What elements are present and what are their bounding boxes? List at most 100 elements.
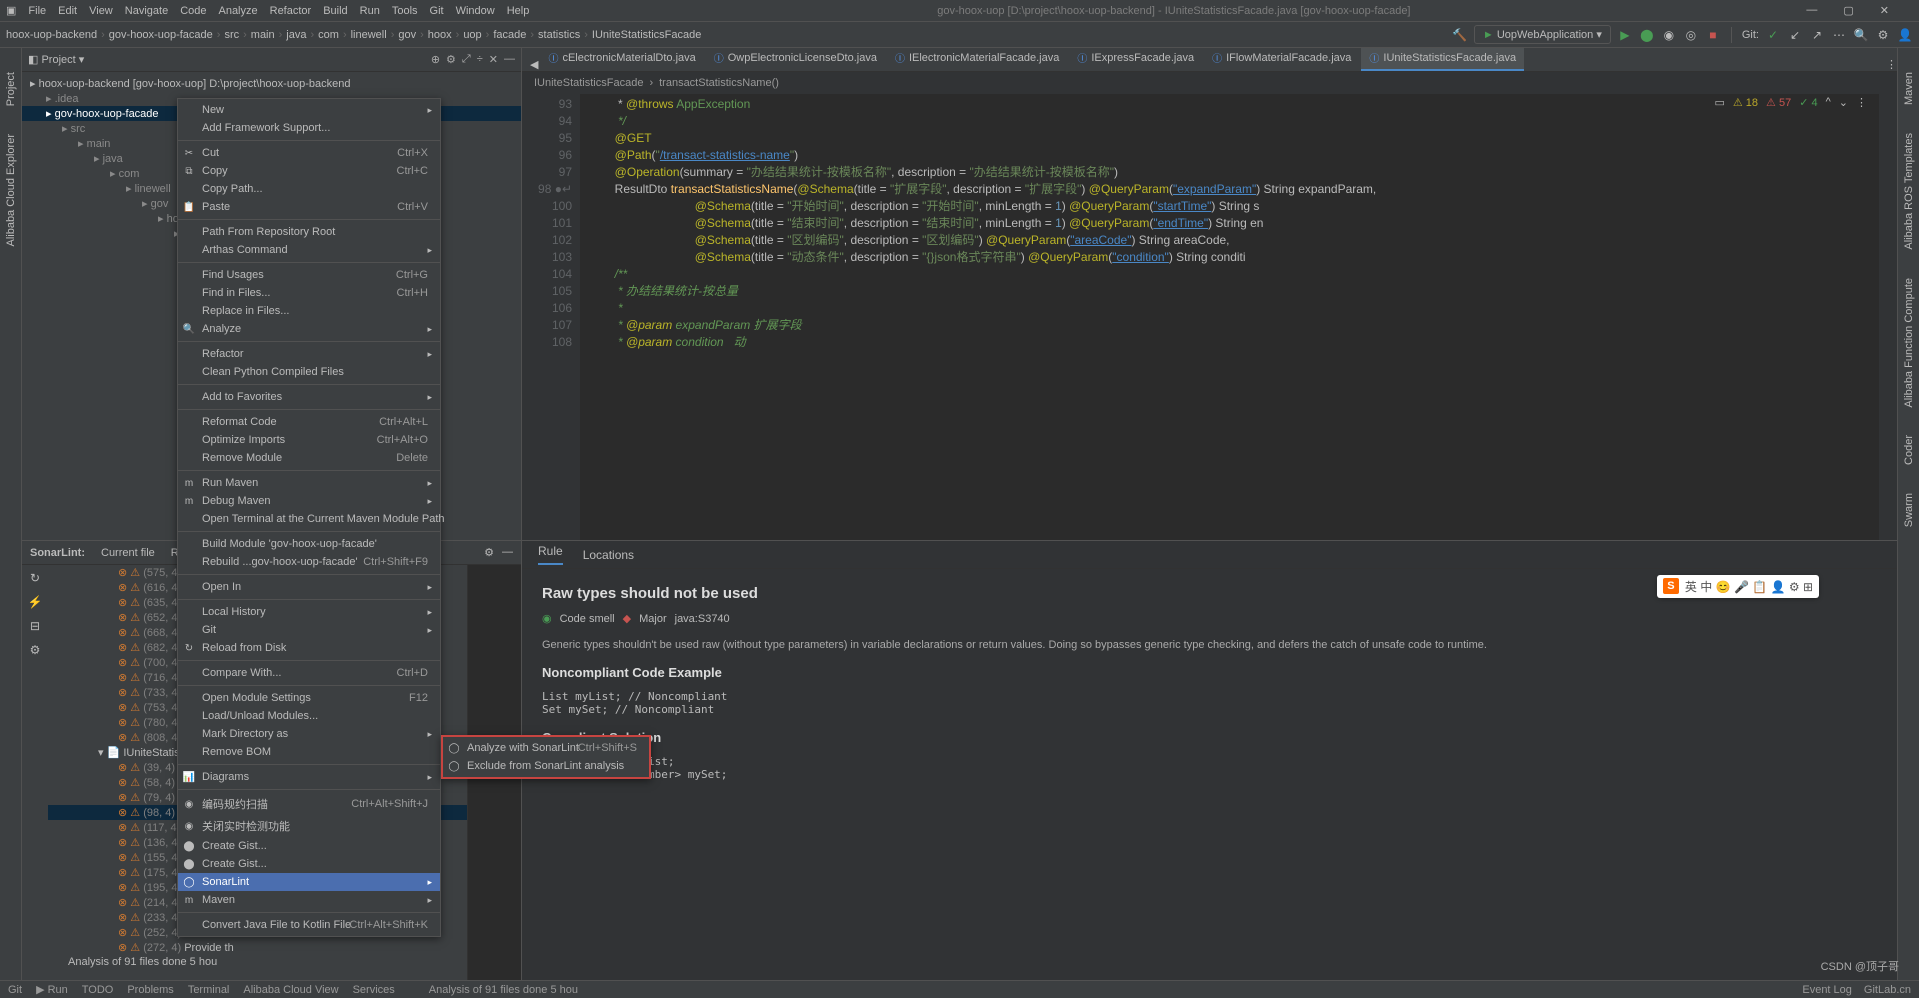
ctx-item[interactable]: ⧉CopyCtrl+C (178, 162, 440, 180)
menu-icon[interactable]: ⋮ (1856, 96, 1867, 109)
menu-tools[interactable]: Tools (392, 5, 418, 17)
ctx-item[interactable]: ◯SonarLint (178, 873, 440, 891)
ctx-item[interactable]: Copy Path... (178, 180, 440, 198)
build-icon[interactable]: 🔨 (1452, 27, 1468, 43)
context-menu[interactable]: NewAdd Framework Support...✂CutCtrl+X⧉Co… (177, 98, 441, 937)
tool-window-tab[interactable]: Alibaba Cloud Explorer (3, 130, 19, 251)
refresh-icon[interactable]: ↻ (30, 571, 40, 585)
tool-window-tab[interactable]: Alibaba ROS Templates (1901, 129, 1917, 254)
ctx-item[interactable]: mDebug Maven (178, 492, 440, 510)
project-tab[interactable]: ◧ Project ▾ (28, 53, 84, 66)
editor-tab[interactable]: ⒾcElectronicMaterialDto.java (540, 48, 703, 71)
ctx-item[interactable]: Open In (178, 578, 440, 596)
menu-run[interactable]: Run (360, 5, 380, 17)
sub-item[interactable]: ◯Analyze with SonarLintCtrl+Shift+S (443, 739, 649, 757)
ctx-item[interactable]: Optimize ImportsCtrl+Alt+O (178, 431, 440, 449)
ctx-item[interactable]: ⬤Create Gist... (178, 837, 440, 855)
editor-tab[interactable]: ⒾIFlowMaterialFacade.java (1204, 48, 1359, 71)
menu-build[interactable]: Build (323, 5, 347, 17)
expand-icon[interactable]: ⊟ (30, 619, 40, 633)
sub-item[interactable]: ◯Exclude from SonarLint analysis (443, 757, 649, 775)
menu-refactor[interactable]: Refactor (270, 5, 312, 17)
ctx-item[interactable]: Git (178, 621, 440, 639)
ctx-item[interactable]: Find in Files...Ctrl+H (178, 284, 440, 302)
ctx-item[interactable]: 🔍Analyze (178, 320, 440, 338)
menu-file[interactable]: File (28, 5, 46, 17)
ctx-item[interactable]: Remove BOM (178, 743, 440, 761)
ctx-item[interactable]: Add Framework Support... (178, 119, 440, 137)
editor-tab[interactable]: ⒾOwpElectronicLicenseDto.java (706, 48, 885, 71)
settings-icon[interactable]: ⚙ (1875, 27, 1891, 43)
ctx-item[interactable]: ⬤Create Gist... (178, 855, 440, 873)
code-editor[interactable]: 939495969798 ●↵1001011021031041051061071… (522, 94, 1897, 540)
editor-tab[interactable]: ⒾIUniteStatisticsFacade.java (1361, 48, 1524, 71)
ctx-item[interactable]: Find UsagesCtrl+G (178, 266, 440, 284)
ctx-item[interactable]: ↻Reload from Disk (178, 639, 440, 657)
ctx-item[interactable]: ✂CutCtrl+X (178, 144, 440, 162)
menu-analyze[interactable]: Analyze (218, 5, 257, 17)
more-icon[interactable]: ⋯ (1831, 27, 1847, 43)
ctx-item[interactable]: Open Module SettingsF12 (178, 689, 440, 707)
ctx-item[interactable]: Open Terminal at the Current Maven Modul… (178, 510, 440, 528)
ctx-item[interactable]: 📋PasteCtrl+V (178, 198, 440, 216)
debug-icon[interactable]: ⬤ (1639, 27, 1655, 43)
ctx-item[interactable]: Compare With...Ctrl+D (178, 664, 440, 682)
tool-window-tab[interactable]: Maven (1901, 68, 1917, 109)
ctx-item[interactable]: Remove ModuleDelete (178, 449, 440, 467)
editor-tabs[interactable]: ◀ⒾcElectronicMaterialDto.javaⒾOwpElectro… (522, 48, 1897, 72)
filter-icon[interactable]: ⚡ (28, 595, 43, 609)
git-pull-icon[interactable]: ↙ (1787, 27, 1803, 43)
ctx-item[interactable]: mRun Maven (178, 474, 440, 492)
ctx-item[interactable]: Replace in Files... (178, 302, 440, 320)
tool-window-tab[interactable]: Swarm (1901, 489, 1917, 531)
stop-icon[interactable]: ■ (1705, 27, 1721, 43)
coverage-icon[interactable]: ◉ (1661, 27, 1677, 43)
window-close[interactable]: ✕ (1880, 4, 1889, 17)
ctx-item[interactable]: Convert Java File to Kotlin FileCtrl+Alt… (178, 916, 440, 934)
editor-tab[interactable]: ⒾIExpressFacade.java (1069, 48, 1202, 71)
editor-tab[interactable]: ⒾIElectronicMaterialFacade.java (887, 48, 1067, 71)
search-icon[interactable]: 🔍 (1853, 27, 1869, 43)
sonar-issue[interactable]: ⊗ ⚠ (272, 4) Provide th (48, 940, 467, 955)
ime-floatbar[interactable]: S英 中 😊 🎤 📋 👤 ⚙ ⊞ (1657, 575, 1819, 598)
inlay-icon[interactable]: ▭ (1714, 96, 1724, 109)
ctx-item[interactable]: Rebuild ...gov-hoox-uop-facade'Ctrl+Shif… (178, 553, 440, 571)
tree-row[interactable]: ▸ hoox-uop-backend [gov-hoox-uop] D:\pro… (22, 76, 521, 91)
tool-window-tab[interactable]: Alibaba Function Compute (1901, 274, 1917, 412)
git-push-icon[interactable]: ↗ (1809, 27, 1825, 43)
ctx-item[interactable]: 📊Diagrams (178, 768, 440, 786)
rule-tab[interactable]: Rule (538, 544, 563, 565)
ctx-item[interactable]: Arthas Command (178, 241, 440, 259)
breadcrumb[interactable]: hoox-uop-backend › gov-hoox-uop-facade ›… (6, 29, 701, 41)
ctx-item[interactable]: Load/Unload Modules... (178, 707, 440, 725)
settings-icon[interactable]: ⚙ (30, 643, 41, 657)
gear-icon[interactable]: ⚙ (484, 546, 494, 559)
sonar-tab-current[interactable]: Current file (101, 547, 155, 559)
menu-edit[interactable]: Edit (58, 5, 77, 17)
menu-help[interactable]: Help (507, 5, 530, 17)
locations-tab[interactable]: Locations (583, 548, 634, 562)
menu-view[interactable]: View (89, 5, 113, 17)
ctx-item[interactable]: Mark Directory as (178, 725, 440, 743)
window-max[interactable]: ▢ (1843, 4, 1853, 17)
profile-icon[interactable]: ◎ (1683, 27, 1699, 43)
menu-window[interactable]: Window (456, 5, 495, 17)
avatar-icon[interactable]: 👤 (1897, 27, 1913, 43)
ctx-item[interactable]: Add to Favorites (178, 388, 440, 406)
ctx-item[interactable]: Clean Python Compiled Files (178, 363, 440, 381)
ctx-item[interactable]: Reformat CodeCtrl+Alt+L (178, 413, 440, 431)
ctx-item[interactable]: Path From Repository Root (178, 223, 440, 241)
ctx-item[interactable]: Refactor (178, 345, 440, 363)
ctx-item[interactable]: mMaven (178, 891, 440, 909)
editor-breadcrumb[interactable]: IUniteStatisticsFacade › transactStatist… (522, 72, 1897, 94)
git-update-icon[interactable]: ✓ (1765, 27, 1781, 43)
ctx-item[interactable]: ◉关闭实时检测功能 (178, 815, 440, 837)
hide-icon[interactable]: — (502, 546, 513, 559)
menu-git[interactable]: Git (430, 5, 444, 17)
ctx-item[interactable]: ◉编码规约扫描Ctrl+Alt+Shift+J (178, 793, 440, 815)
tool-window-tab[interactable]: Coder (1901, 431, 1917, 469)
run-icon[interactable]: ▶ (1617, 27, 1633, 43)
sonarlint-submenu[interactable]: ◯Analyze with SonarLintCtrl+Shift+S◯Excl… (441, 735, 651, 779)
menu-navigate[interactable]: Navigate (125, 5, 168, 17)
ctx-item[interactable]: Build Module 'gov-hoox-uop-facade' (178, 535, 440, 553)
